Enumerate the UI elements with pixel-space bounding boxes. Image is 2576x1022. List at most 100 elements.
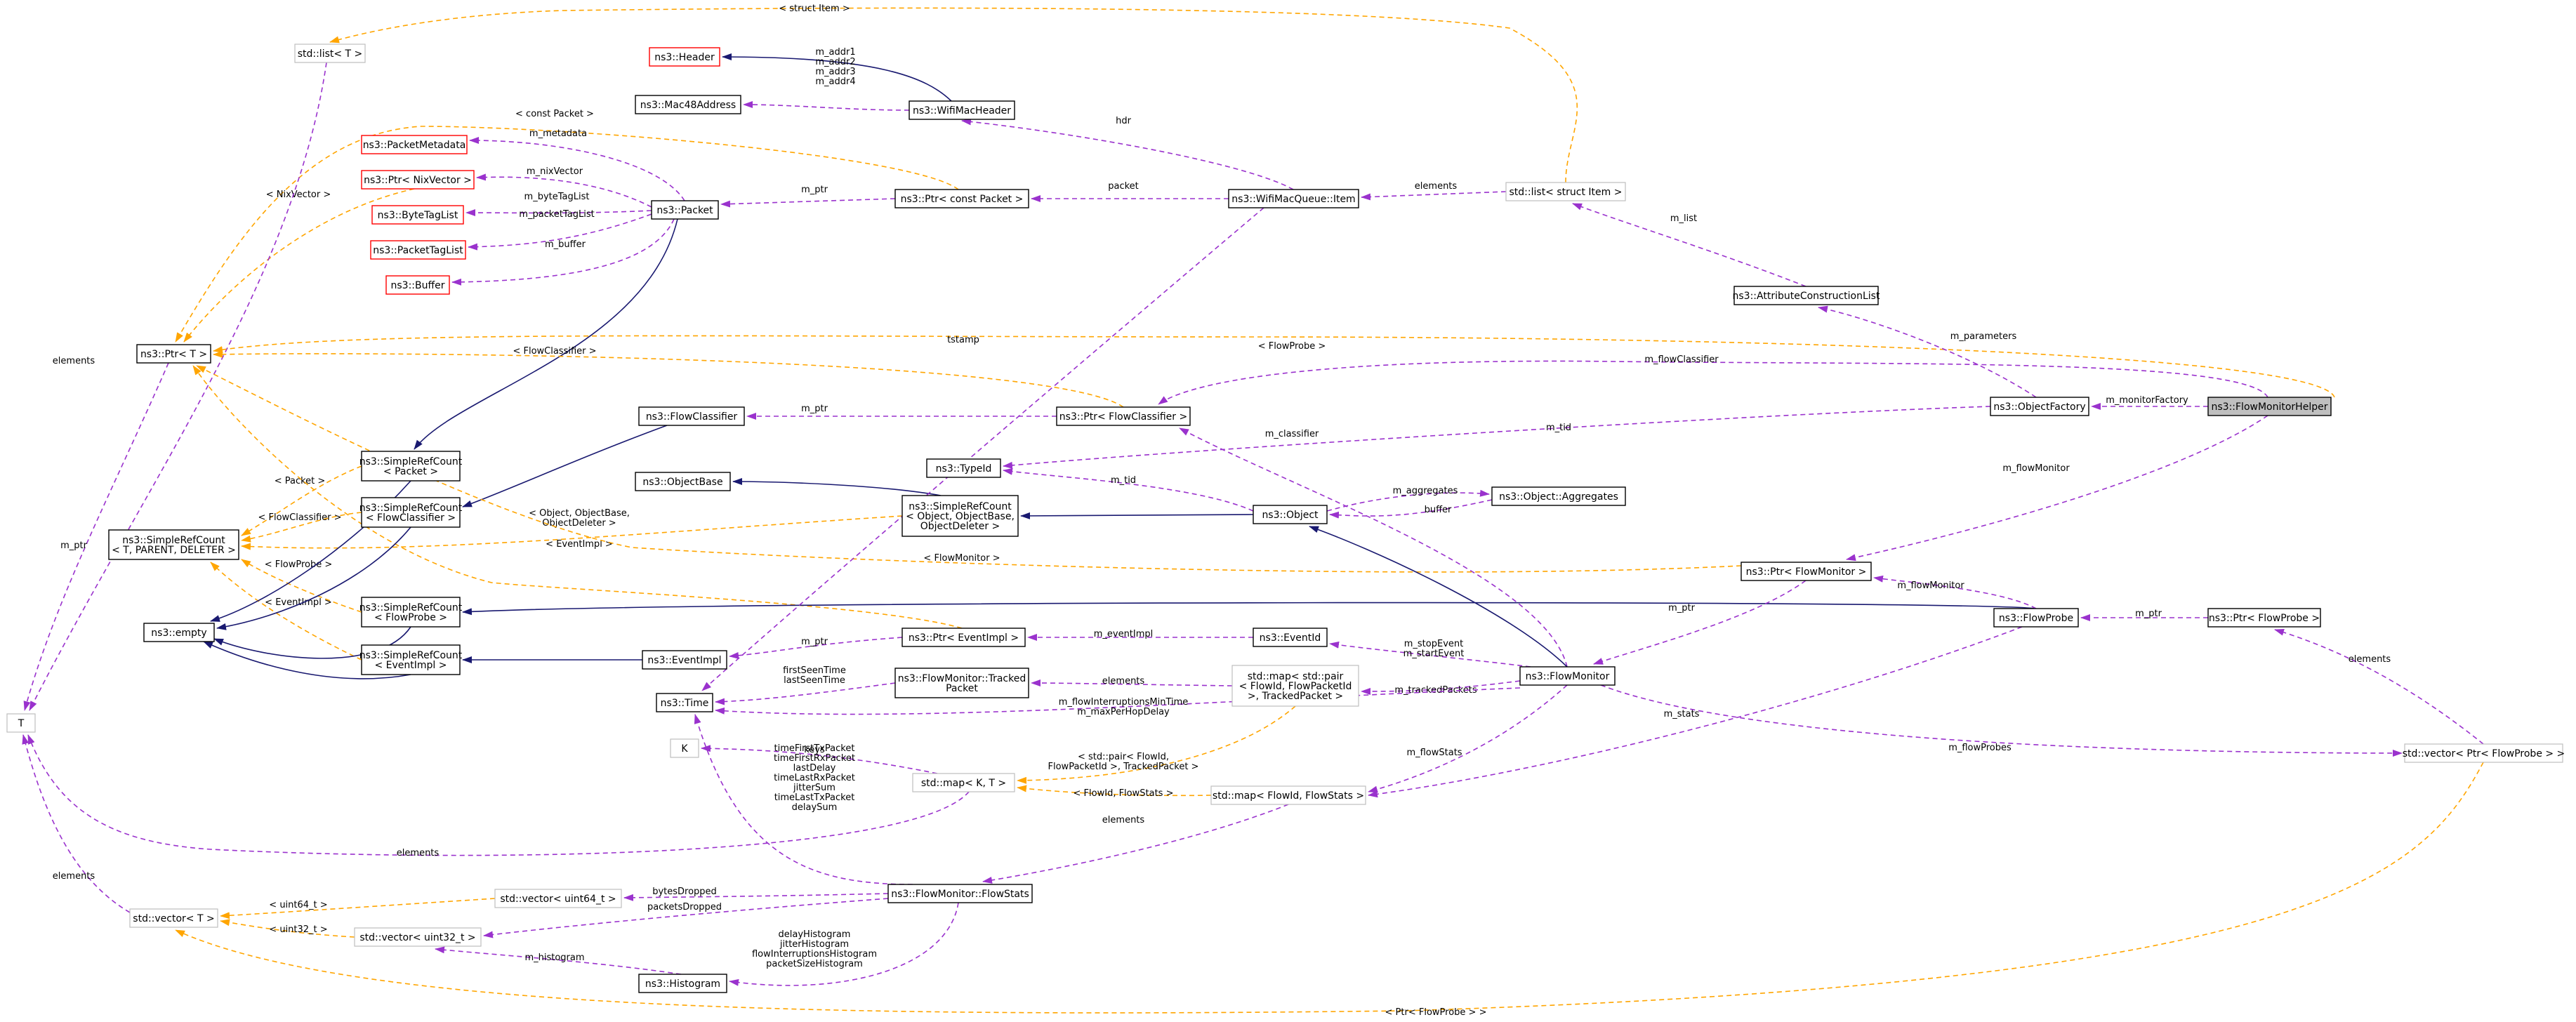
- edge-hdr: hdr: [961, 116, 1294, 190]
- node-srcflow-probe[interactable]: ns3::SimpleRefCount< FlowProbe >: [359, 597, 463, 628]
- edge-packet: packet: [1031, 181, 1229, 202]
- node-event-impl[interactable]: ns3::EventImpl: [642, 650, 727, 670]
- edge-label: elements: [1102, 676, 1145, 686]
- edge-label: flowInterruptionsHistogram: [752, 949, 877, 960]
- node-event-id[interactable]: ns3::EventId: [1253, 628, 1328, 647]
- node-header[interactable]: ns3::Header: [649, 47, 720, 67]
- node-ptr-event-impl[interactable]: ns3::Ptr< EventImpl >: [901, 628, 1026, 647]
- node-label: std::vector< Ptr< FlowProbe > >: [2403, 748, 2565, 759]
- usage-arrow: [1179, 427, 1568, 668]
- node-label: ns3::Ptr< FlowClassifier >: [1059, 411, 1187, 423]
- node-srcflow-classifier[interactable]: ns3::SimpleRefCount< FlowClassifier >: [359, 497, 463, 528]
- edge-label: m_nixVector: [527, 166, 583, 177]
- node-packet-metadata[interactable]: ns3::PacketMetadata: [361, 135, 468, 154]
- edge-label: m_addr2: [815, 57, 855, 67]
- edge-label: delaySum: [792, 802, 838, 813]
- node-flow-classifier[interactable]: ns3::FlowClassifier: [638, 406, 745, 426]
- node-time[interactable]: ns3::Time: [656, 693, 713, 712]
- node-label: ns3::Buffer: [391, 280, 445, 291]
- edge-label: m_histogram: [524, 953, 584, 963]
- node-fmhelper[interactable]: ns3::FlowMonitorHelper: [2207, 397, 2332, 416]
- node-map-kt[interactable]: std::map< K, T >: [912, 773, 1015, 792]
- node-map-tracked[interactable]: std::map< std::pair< FlowId, FlowPacketI…: [1231, 665, 1359, 707]
- node-label: ns3::empty: [151, 628, 206, 639]
- edge-mptr-ei: m_ptr: [729, 637, 903, 659]
- edge-mflowmonitor: m_flowMonitor: [1846, 415, 2268, 562]
- node-ptr-flow-probe[interactable]: ns3::Ptr< FlowProbe >: [2207, 608, 2321, 628]
- node-srcpacket[interactable]: ns3::SimpleRefCount< Packet >: [359, 451, 463, 482]
- node-wifi-item[interactable]: ns3::WifiMacQueue::Item: [1228, 189, 1359, 208]
- node-srcobject[interactable]: ns3::SimpleRefCount< Object, ObjectBase,…: [901, 495, 1019, 537]
- node-list-t[interactable]: std::list< T >: [294, 44, 366, 63]
- node-aggregates[interactable]: ns3::Object::Aggregates: [1491, 486, 1626, 506]
- node-buffer[interactable]: ns3::Buffer: [385, 275, 450, 295]
- edge-label: m_addr1: [815, 47, 855, 58]
- collaboration-diagram: m_addr1m_addr2m_addr3m_addr4hdr < struct …: [6, 4, 2565, 1018]
- edge-label: < FlowClassifier >: [258, 512, 341, 523]
- template-arrow: [329, 7, 1578, 183]
- edge-label: < uint32_t >: [269, 924, 327, 935]
- edge-label: m_addr3: [815, 67, 855, 77]
- node-vec-u64[interactable]: std::vector< uint64_t >: [494, 889, 622, 908]
- node-flow-monitor[interactable]: ns3::FlowMonitor: [1519, 666, 1616, 686]
- usage-arrow: [720, 198, 896, 208]
- edge-label: < FlowId, FlowStats >: [1074, 788, 1174, 799]
- node-tracked-packet[interactable]: ns3::FlowMonitor::TrackedPacket: [894, 668, 1029, 698]
- node-label: ns3::Ptr< FlowProbe >: [2209, 613, 2320, 624]
- edge-label: packetsDropped: [647, 902, 722, 912]
- edge-label: timeFirstTxPacket: [774, 743, 855, 754]
- node-vec-t[interactable]: std::vector< T >: [129, 908, 218, 928]
- node-label: ns3::EventImpl: [647, 655, 721, 666]
- node-object-factory[interactable]: ns3::ObjectFactory: [1990, 397, 2089, 416]
- edge-label: < EventImpl >: [265, 597, 332, 608]
- node-wifi-mac-header[interactable]: ns3::WifiMacHeader: [909, 100, 1015, 120]
- node-byte-tag-list[interactable]: ns3::ByteTagList: [371, 205, 464, 225]
- node-ptr-nix[interactable]: ns3::Ptr< NixVector >: [361, 170, 475, 190]
- node-k[interactable]: K: [670, 738, 699, 758]
- edge-mhistogram: m_histogram: [435, 946, 682, 975]
- node-ptr-flow-classifier[interactable]: ns3::Ptr< FlowClassifier >: [1056, 406, 1191, 426]
- node-packet[interactable]: ns3::Packet: [651, 200, 719, 220]
- node-vec-u32[interactable]: std::vector< uint32_t >: [354, 927, 482, 947]
- edge-mstats: m_stats: [1368, 626, 2023, 798]
- node-label: ns3::Mac48Address: [640, 100, 736, 111]
- node-histogram[interactable]: ns3::Histogram: [638, 974, 727, 993]
- node-t[interactable]: T: [6, 713, 36, 733]
- edge-elements-tracked: elements: [1031, 676, 1233, 687]
- node-type-id[interactable]: ns3::TypeId: [926, 458, 1001, 478]
- edge-label: elements: [1415, 181, 1458, 192]
- node-attr-list[interactable]: ns3::AttributeConstructionList: [1733, 286, 1880, 305]
- edge-label: m_ptr: [60, 540, 88, 551]
- edge-mflowprobes: m_flowProbes: [1600, 684, 2403, 757]
- node-label: ns3::Ptr< EventImpl >: [909, 632, 1019, 644]
- node-label: ns3::Object: [1262, 510, 1319, 521]
- node-srcgeneric[interactable]: ns3::SimpleRefCount< T, PARENT, DELETER …: [108, 529, 239, 560]
- node-vec-ptr-flow-probe[interactable]: std::vector< Ptr< FlowProbe > >: [2403, 743, 2565, 763]
- edge-label: m_ptr: [801, 404, 828, 414]
- node-srcevent-impl[interactable]: ns3::SimpleRefCount< EventImpl >: [359, 644, 463, 675]
- node-mac48[interactable]: ns3::Mac48Address: [635, 95, 741, 114]
- edge-flowprobe-tpl: < FlowProbe >: [213, 335, 2335, 398]
- node-list-item[interactable]: std::list< struct Item >: [1505, 182, 1626, 201]
- edge-srcfc-inherit: [462, 425, 668, 507]
- edge-label: m_list: [1670, 213, 1697, 224]
- node-flow-stats[interactable]: ns3::FlowMonitor::FlowStats: [887, 884, 1033, 903]
- node-object[interactable]: ns3::Object: [1253, 505, 1328, 524]
- node-empty[interactable]: ns3::empty: [143, 623, 215, 642]
- node-ptr-const-packet[interactable]: ns3::Ptr< const Packet >: [894, 189, 1029, 208]
- node-ptr-flow-monitor[interactable]: ns3::Ptr< FlowMonitor >: [1741, 562, 1872, 581]
- inherit-arrow: [462, 425, 668, 507]
- node-object-base[interactable]: ns3::ObjectBase: [635, 472, 731, 491]
- edge-label: FlowPacketId >, TrackedPacket >: [1048, 762, 1199, 772]
- edge-mstopevent: m_stopEventm_startEvent: [1329, 639, 1531, 668]
- node-flow-probe[interactable]: ns3::FlowProbe: [1993, 608, 2079, 628]
- node-map-flow-stats[interactable]: std::map< FlowId, FlowStats >: [1210, 785, 1366, 805]
- node-ptr-t[interactable]: ns3::Ptr< T >: [136, 344, 211, 364]
- node-packet-tag-list[interactable]: ns3::PacketTagList: [370, 240, 466, 260]
- edge-label: m_ptr: [801, 637, 828, 647]
- edge-elements-item: elements: [1361, 181, 1507, 201]
- edge-label: packetSizeHistogram: [766, 959, 863, 969]
- edge-mtid-obj: m_tid: [1003, 467, 1254, 512]
- edge-mtrackedpackets: m_trackedPackets: [1361, 680, 1521, 696]
- node-label: < T, PARENT, DELETER >: [112, 545, 236, 556]
